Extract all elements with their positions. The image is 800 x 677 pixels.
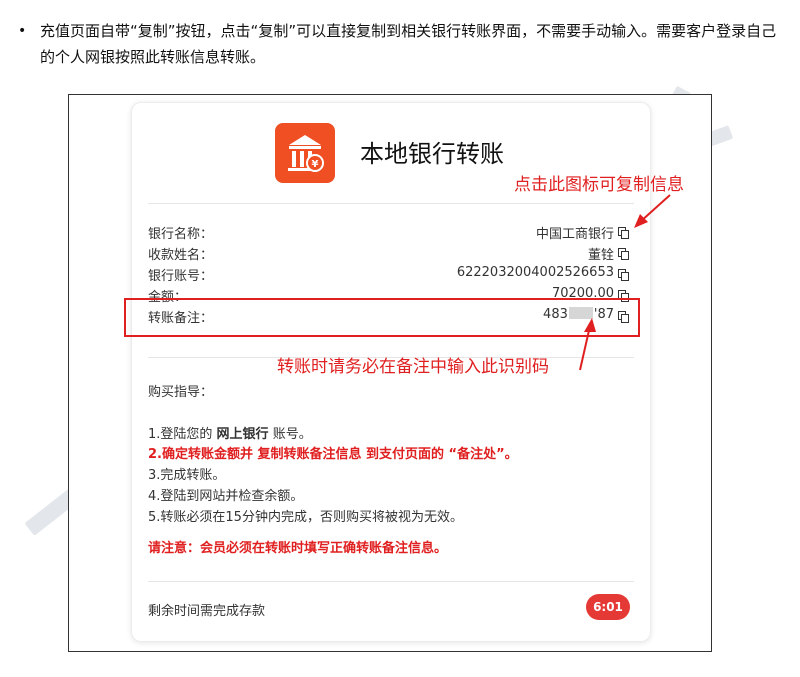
bank-icon: ¥ [275, 123, 335, 183]
divider [148, 203, 634, 204]
guide-step-1: 1.登陆您的 网上银行 账号。 [148, 423, 312, 442]
divider [148, 581, 634, 582]
step-text: 1.登陆您的 [148, 427, 213, 442]
guide-title: 购买指导： [148, 385, 214, 400]
info-row-account-number: 银行账号： 6222032004002526653 [148, 265, 629, 285]
copy-icon-annotation: 点击此图标可复制信息 [514, 175, 684, 195]
copy-icon[interactable] [618, 227, 629, 239]
copy-icon[interactable] [618, 269, 629, 281]
guide-step-3: 3.完成转账。 [148, 468, 226, 483]
info-label: 银行账号： [148, 269, 214, 284]
info-value: 6222032004002526653 [456, 265, 614, 280]
guide-step-4: 4.登陆到网站并检查余额。 [148, 489, 304, 504]
step-text: 账号。 [272, 427, 312, 442]
info-value: 中国工商银行 [535, 227, 614, 242]
step-bold-text: 网上银行 [216, 427, 269, 442]
svg-text:¥: ¥ [312, 159, 319, 170]
page-title: 本地银行转账 [360, 140, 504, 168]
remark-highlight-box [124, 298, 640, 337]
guide-step-2: 2.确定转账金额并 复制转账备注信息 到支付页面的 “备注处”。 [148, 447, 518, 462]
notice-text: 请注意：会员必须在转账时填写正确转账备注信息。 [148, 541, 448, 556]
countdown-timer: 6:01 [586, 594, 630, 620]
info-label: 银行名称： [148, 227, 214, 242]
guide-step-5: 5.转账必须在15分钟内完成，否则购买将被视为无效。 [148, 510, 463, 525]
intro-paragraph: • 充值页面自带“复制”按钮，点击“复制”可以直接复制到相关银行转账界面，不需要… [18, 18, 788, 70]
intro-text: 充值页面自带“复制”按钮，点击“复制”可以直接复制到相关银行转账界面，不需要手动… [40, 22, 777, 66]
info-value: 董铨 [587, 248, 614, 263]
remark-annotation: 转账时请务必在备注中输入此识别码 [277, 357, 549, 377]
bullet-point: • [18, 23, 27, 39]
remaining-time-label: 剩余时间需完成存款 [148, 604, 266, 619]
copy-icon[interactable] [618, 248, 629, 260]
info-row-payee-name: 收款姓名： 董铨 [148, 244, 629, 264]
info-row-bank-name: 银行名称： 中国工商银行 [148, 223, 629, 243]
info-label: 收款姓名： [148, 248, 214, 263]
